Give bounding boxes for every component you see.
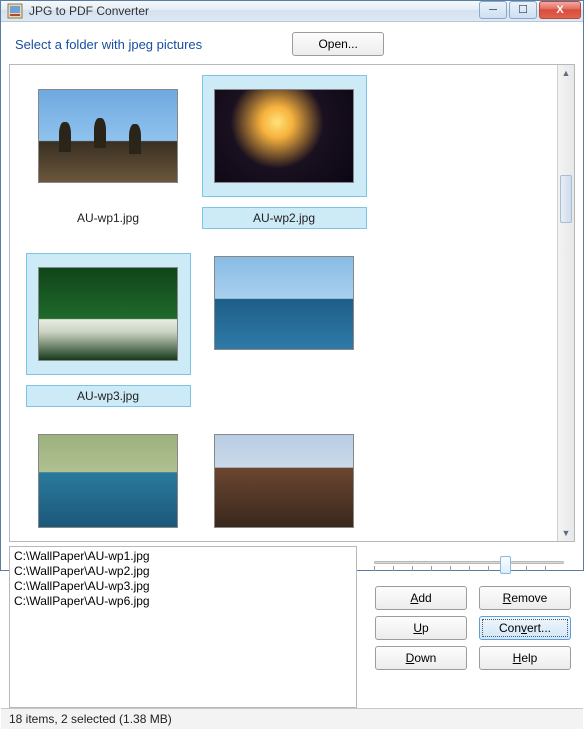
thumbnail-grid[interactable]: AU-wp1.jpg AU-wp2.jpg AU-wp3.jpg bbox=[10, 65, 557, 541]
list-item[interactable]: C:\WallPaper\AU-wp6.jpg bbox=[14, 594, 150, 608]
thumbnail-label: AU-wp1.jpg bbox=[26, 207, 191, 229]
main-window: JPG to PDF Converter ─ ☐ X Select a fold… bbox=[0, 0, 584, 571]
app-icon bbox=[7, 3, 23, 19]
scroll-up-icon[interactable]: ▲ bbox=[558, 65, 574, 81]
thumbnail-image bbox=[214, 256, 354, 350]
top-row: Select a folder with jpeg pictures Open.… bbox=[9, 26, 575, 64]
content-area: Select a folder with jpeg pictures Open.… bbox=[1, 22, 583, 708]
convert-button[interactable]: Convert... bbox=[479, 616, 571, 640]
zoom-slider[interactable] bbox=[374, 552, 564, 572]
thumbnail-item[interactable] bbox=[20, 431, 196, 541]
vertical-scrollbar[interactable]: ▲ ▼ bbox=[557, 65, 574, 541]
window-controls: ─ ☐ X bbox=[477, 1, 581, 21]
thumbnail-item[interactable]: AU-wp2.jpg bbox=[196, 75, 372, 253]
thumbnail-item[interactable]: AU-wp3.jpg bbox=[20, 253, 196, 431]
convert-button-pre: Con bbox=[499, 621, 521, 635]
slider-handle[interactable] bbox=[500, 556, 511, 574]
down-button[interactable]: Down bbox=[375, 646, 467, 670]
bottom-panel: C:\WallPaper\AU-wp1.jpg C:\WallPaper\AU-… bbox=[9, 546, 575, 708]
slider-track bbox=[374, 561, 564, 564]
thumbnail-item[interactable] bbox=[196, 431, 372, 541]
thumbnail-image bbox=[38, 434, 178, 528]
thumbnail-label: AU-wp2.jpg bbox=[202, 207, 367, 229]
convert-button-rest: ert... bbox=[527, 621, 551, 635]
thumbnail-item[interactable]: AU-wp1.jpg bbox=[20, 75, 196, 253]
titlebar[interactable]: JPG to PDF Converter ─ ☐ X bbox=[1, 1, 583, 22]
file-list[interactable]: C:\WallPaper\AU-wp1.jpg C:\WallPaper\AU-… bbox=[9, 546, 357, 708]
thumbnail-image bbox=[38, 89, 178, 183]
maximize-button[interactable]: ☐ bbox=[509, 1, 537, 19]
up-button-rest: p bbox=[422, 621, 429, 635]
controls-panel: Add Remove Up Convert... Down Help bbox=[357, 546, 575, 708]
thumbnail-label: AU-wp3.jpg bbox=[26, 385, 191, 407]
instruction-text: Select a folder with jpeg pictures bbox=[15, 37, 202, 52]
list-item[interactable]: C:\WallPaper\AU-wp1.jpg bbox=[14, 549, 150, 563]
add-button[interactable]: Add bbox=[375, 586, 467, 610]
list-item[interactable]: C:\WallPaper\AU-wp3.jpg bbox=[14, 579, 150, 593]
thumbnail-panel: AU-wp1.jpg AU-wp2.jpg AU-wp3.jpg bbox=[9, 64, 575, 542]
down-button-rest: own bbox=[414, 651, 436, 665]
help-button[interactable]: Help bbox=[479, 646, 571, 670]
up-button[interactable]: Up bbox=[375, 616, 467, 640]
help-button-rest: elp bbox=[521, 651, 537, 665]
thumbnail-item[interactable] bbox=[196, 253, 372, 363]
list-item[interactable]: C:\WallPaper\AU-wp2.jpg bbox=[14, 564, 150, 578]
minimize-button[interactable]: ─ bbox=[479, 1, 507, 19]
close-button[interactable]: X bbox=[539, 1, 581, 19]
remove-button[interactable]: Remove bbox=[479, 586, 571, 610]
remove-button-rest: emove bbox=[511, 591, 547, 605]
scrollbar-thumb[interactable] bbox=[560, 175, 572, 223]
add-button-rest: dd bbox=[418, 591, 431, 605]
status-bar: 18 items, 2 selected (1.38 MB) bbox=[1, 708, 583, 729]
open-button[interactable]: Open... bbox=[292, 32, 384, 56]
thumbnail-image bbox=[214, 434, 354, 528]
thumbnail-image bbox=[214, 89, 354, 183]
slider-ticks bbox=[374, 566, 564, 571]
window-title: JPG to PDF Converter bbox=[27, 4, 477, 18]
scroll-down-icon[interactable]: ▼ bbox=[558, 525, 574, 541]
thumbnail-image bbox=[38, 267, 178, 361]
